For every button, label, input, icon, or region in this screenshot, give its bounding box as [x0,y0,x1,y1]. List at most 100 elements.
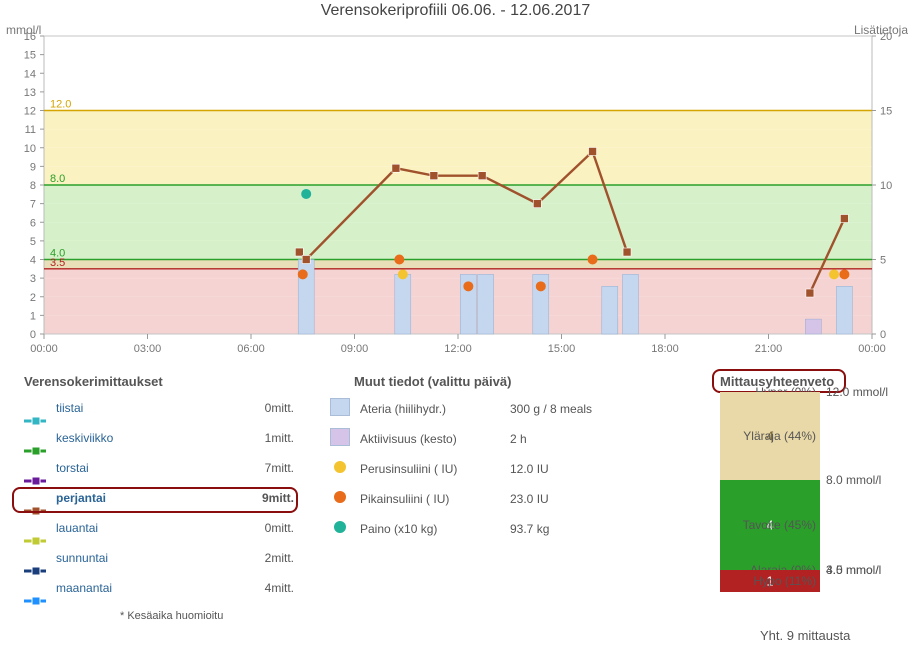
svg-text:21:00: 21:00 [755,343,783,355]
day-row-tiistai[interactable]: tiistai 0mitt. [24,398,294,419]
day-row-keskiviikko[interactable]: keskiviikko 1mitt. [24,428,294,449]
day-name[interactable]: torstai [56,461,89,475]
selected-day-highlight [12,487,298,513]
svg-text:15: 15 [880,106,892,118]
bolus-dot [298,269,308,279]
summary-seg-label: Hypo (11%) [754,574,816,588]
svg-text:11: 11 [25,124,36,136]
svg-text:3.5: 3.5 [50,257,65,269]
svg-text:6: 6 [30,217,36,229]
bg-point[interactable] [302,256,310,264]
svg-text:10: 10 [24,143,36,155]
svg-text:3: 3 [30,273,36,285]
info-label: Perusinsuliini ( IU) [360,458,457,480]
page-title: Verensokeriprofiili 06.06. - 12.06.2017 [0,2,911,20]
svg-text:9: 9 [30,161,36,173]
info-value: 12.0 IU [510,458,549,480]
bolus-dot [839,269,849,279]
info-label: Paino (x10 kg) [360,518,437,540]
svg-text:0: 0 [30,329,36,341]
info-row: Aktiivisuus (kesto) 2 h [320,428,640,450]
bg-point[interactable] [430,172,438,180]
svg-text:15: 15 [24,50,36,62]
bolus-dot [536,281,546,291]
bg-point[interactable] [392,164,400,172]
svg-text:13: 13 [24,87,36,99]
info-value: 300 g / 8 meals [510,398,592,420]
svg-text:15:00: 15:00 [548,343,576,355]
info-value: 23.0 IU [510,488,549,510]
summary-stack: Hyper (0%)4Yläraja (44%)4Tavoite (45%)Al… [720,392,886,622]
day-name[interactable]: tiistai [56,401,83,415]
info-label: Pikainsuliini ( IU) [360,488,449,510]
box-icon [320,398,360,423]
measurements-header: Verensokerimittaukset [24,374,163,389]
summary-seg-label: Tavoite (45%) [743,518,816,532]
bg-point[interactable] [589,147,597,155]
svg-text:18:00: 18:00 [651,343,679,355]
info-row: Ateria (hiilihydr.) 300 g / 8 meals [320,398,640,420]
info-row: Pikainsuliini ( IU) 23.0 IU [320,488,640,510]
bg-point[interactable] [840,215,848,223]
summary-threshold-label: 8.0 mmol/l [826,473,881,487]
info-row: Paino (x10 kg) 93.7 kg [320,518,640,540]
day-count: 2mitt. [265,548,294,569]
svg-text:00:00: 00:00 [30,343,58,355]
day-row-torstai[interactable]: torstai 7mitt. [24,458,294,479]
svg-text:00:00: 00:00 [858,343,886,355]
info-value: 2 h [510,428,527,450]
dst-footnote: * Kesäaika huomioitu [120,610,223,622]
info-label: Aktiivisuus (kesto) [360,428,457,450]
day-name[interactable]: keskiviikko [56,431,113,445]
day-count: 1mitt. [265,428,294,449]
bolus-dot [588,255,598,265]
bg-point[interactable] [623,248,631,256]
box-icon [320,428,360,453]
day-count: 0mitt. [265,518,294,539]
day-row-sunnuntai[interactable]: sunnuntai 2mitt. [24,548,294,569]
dot-icon [320,458,360,480]
basal-dot [829,269,839,279]
svg-text:7: 7 [30,199,36,211]
svg-text:0: 0 [880,329,886,341]
info-label: Ateria (hiilihydr.) [360,398,446,420]
day-count: 4mitt. [265,578,294,599]
svg-text:12: 12 [24,106,36,118]
summary-total: Yht. 9 mittausta [760,628,850,643]
day-count: 0mitt. [265,398,294,419]
svg-text:12:00: 12:00 [444,343,472,355]
other-info-header: Muut tiedot (valittu päivä) [354,374,511,389]
dot-icon [320,488,360,510]
day-name[interactable]: sunnuntai [56,551,108,565]
svg-text:12.0: 12.0 [50,99,71,111]
bg-point[interactable] [295,248,303,256]
summary-threshold-label: 3.5 mmol/l [826,563,881,577]
day-name[interactable]: maanantai [56,581,112,595]
day-count: 7mitt. [265,458,294,479]
info-value: 93.7 kg [510,518,549,540]
svg-text:4: 4 [30,255,36,267]
bolus-dot [394,255,404,265]
svg-text:06:00: 06:00 [237,343,265,355]
svg-text:03:00: 03:00 [134,343,162,355]
day-row-maanantai[interactable]: maanantai 4mitt. [24,578,294,599]
svg-text:14: 14 [24,68,36,80]
bolus-dot [463,281,473,291]
svg-text:8: 8 [30,180,36,192]
svg-text:16: 16 [24,31,36,43]
dot-icon [320,518,360,540]
basal-dot [398,269,408,279]
bg-point[interactable] [533,200,541,208]
day-name[interactable]: lauantai [56,521,98,535]
svg-text:20: 20 [880,31,892,43]
svg-text:1: 1 [30,310,36,322]
summary-seg-label: Yläraja (44%) [743,429,816,443]
weight-dot [301,189,311,199]
svg-text:2: 2 [30,292,36,304]
day-row-lauantai[interactable]: lauantai 0mitt. [24,518,294,539]
svg-text:5: 5 [30,236,36,248]
blood-glucose-chart[interactable]: mmol/lLisätietoja01234567891011121314151… [0,20,911,360]
bg-point[interactable] [806,289,814,297]
bg-point[interactable] [478,172,486,180]
info-row: Perusinsuliini ( IU) 12.0 IU [320,458,640,480]
